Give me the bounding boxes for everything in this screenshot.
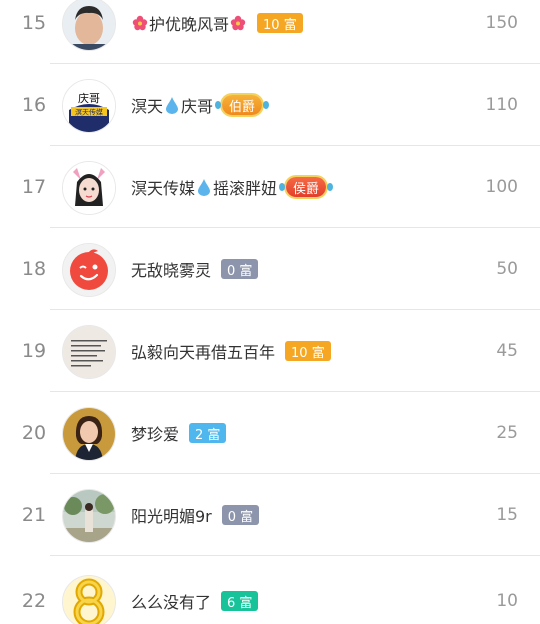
- avatar[interactable]: [62, 0, 116, 51]
- user-name: 梦珍爱: [131, 425, 180, 444]
- user-name: 弘毅向天再借五百年: [131, 343, 276, 362]
- list-item[interactable]: 20 梦珍爱 2 富 25: [0, 392, 540, 474]
- rank-number: 21: [21, 504, 47, 526]
- avatar-text-top: 庆哥: [78, 91, 100, 105]
- list-item[interactable]: 15 护优晚风哥 10 富 150: [0, 0, 540, 64]
- rank-number: 18: [21, 258, 47, 280]
- user-name: 无敌晓雾灵: [131, 261, 212, 280]
- ranking-list: 15 护优晚风哥 10 富 150 16 庆哥 溟天传媒 溟天 庆哥 伯爵 11…: [0, 0, 540, 624]
- wealth-badge: 6 富: [221, 591, 259, 611]
- rank-number: 16: [21, 94, 47, 116]
- rank-number: 20: [21, 422, 47, 444]
- title-badge: 侯爵: [279, 177, 334, 197]
- wealth-badge: 0 富: [221, 505, 260, 525]
- user-name: 护优晚风哥: [131, 11, 247, 35]
- user-name-text: 护优晚风哥: [149, 15, 230, 34]
- avatar[interactable]: [62, 575, 116, 624]
- avatar[interactable]: [62, 489, 116, 543]
- user-name: 阳光明媚9r: [131, 507, 212, 526]
- rank-number: 19: [21, 340, 47, 362]
- title-badge: 伯爵: [215, 95, 270, 115]
- avatar[interactable]: [62, 243, 116, 297]
- rank-number: 22: [21, 590, 47, 612]
- avatar[interactable]: [62, 161, 116, 215]
- user-name: 溟天 庆哥: [131, 93, 213, 117]
- hibiscus-icon: [132, 15, 148, 31]
- wealth-badge: 10 富: [257, 13, 303, 33]
- rank-number: 17: [21, 176, 47, 198]
- user-name-part: 摇滚胖妞: [213, 179, 278, 198]
- wealth-badge: 2 富: [189, 423, 227, 443]
- avatar-text-bottom: 溟天传媒: [75, 108, 103, 117]
- user-name-part: 庆哥: [181, 97, 214, 116]
- score: 50: [496, 259, 518, 279]
- wealth-badge: 10 富: [285, 341, 331, 361]
- rank-number: 15: [21, 12, 47, 34]
- list-item[interactable]: 17 溟天传媒 摇滚胖妞 侯爵 100: [0, 146, 540, 228]
- user-name: 溟天传媒 摇滚胖妞: [131, 175, 277, 199]
- user-name: 么么没有了: [131, 593, 212, 612]
- water-drop-icon: [198, 178, 211, 196]
- user-name-part: 溟天: [131, 97, 164, 116]
- list-item[interactable]: 16 庆哥 溟天传媒 溟天 庆哥 伯爵 110: [0, 64, 540, 146]
- avatar[interactable]: [62, 407, 116, 461]
- score: 45: [496, 341, 518, 361]
- list-item[interactable]: 21 阳光明媚9r 0 富 15: [0, 474, 540, 556]
- list-item[interactable]: 22 么么没有了 6 富 10: [0, 556, 540, 624]
- score: 10: [496, 591, 518, 611]
- score: 150: [485, 13, 518, 33]
- score: 110: [485, 95, 518, 115]
- score: 25: [496, 423, 518, 443]
- avatar[interactable]: [62, 325, 116, 379]
- wealth-badge: 0 富: [221, 259, 259, 279]
- score: 15: [496, 505, 518, 525]
- hibiscus-icon: [230, 15, 246, 31]
- water-drop-icon: [166, 96, 179, 114]
- user-name-part: 溟天传媒: [131, 179, 196, 198]
- list-item[interactable]: 19 弘毅向天再借五百年 10 富 45: [0, 310, 540, 392]
- score: 100: [485, 177, 518, 197]
- avatar[interactable]: 庆哥 溟天传媒: [62, 79, 116, 133]
- list-item[interactable]: 18 无敌晓雾灵 0 富 50: [0, 228, 540, 310]
